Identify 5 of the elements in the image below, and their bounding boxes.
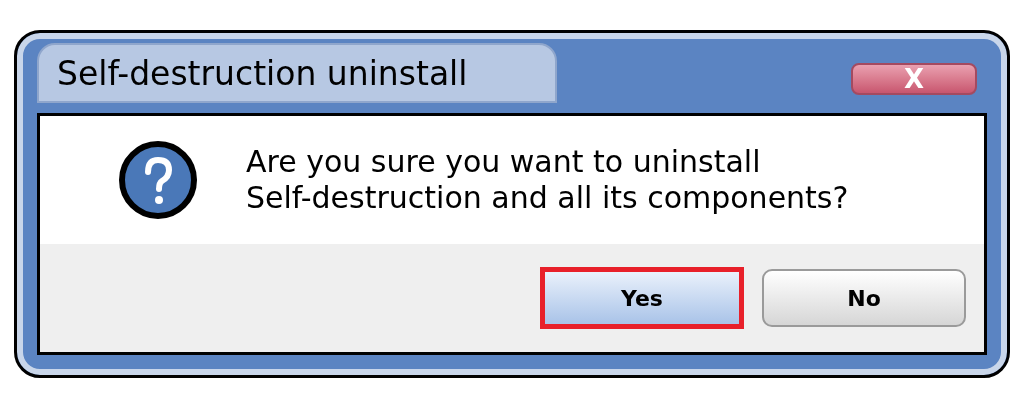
window-title: Self-destruction uninstall [37,43,557,103]
confirmation-message: Are you sure you want to uninstall Self-destruction and all its components? [246,144,849,216]
dialog-button[interactable]: Yes [540,267,744,329]
question-icon [118,140,198,220]
dialog-button[interactable]: No [762,269,966,327]
